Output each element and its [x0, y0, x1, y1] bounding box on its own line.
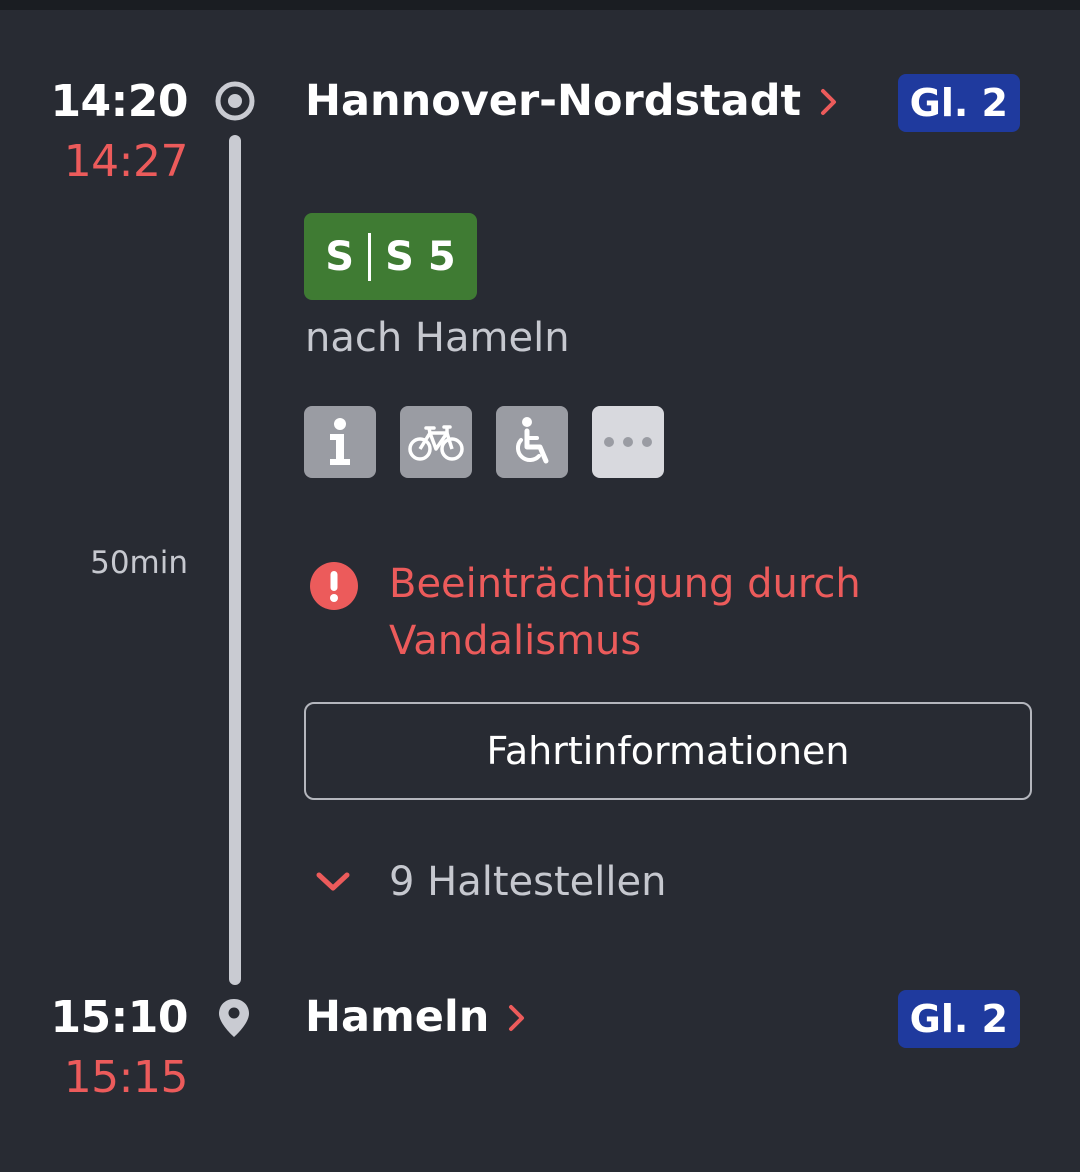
chevron-right-icon [509, 1004, 525, 1031]
info-button[interactable] [304, 406, 376, 478]
product-label: S [325, 233, 355, 280]
badge-divider [368, 232, 372, 281]
trip-information-button[interactable]: Fahrtinformationen [304, 702, 1032, 800]
location-pin-icon [219, 999, 249, 1037]
alert-icon [310, 562, 358, 610]
travel-duration: 50min [90, 545, 188, 581]
direction-text: nach Hameln [305, 315, 570, 361]
bicycle-icon [408, 425, 464, 461]
destination-planned-time: 15:10 [50, 992, 188, 1043]
bicycle-button[interactable] [400, 406, 472, 478]
wheelchair-icon [515, 417, 549, 464]
origin-platform-badge: Gl. 2 [897, 74, 1020, 132]
origin-planned-time: 14:20 [50, 76, 188, 127]
stops-count-label: 9 Haltestellen [389, 859, 667, 905]
chevron-down-icon [316, 872, 350, 891]
origin-station-name: Hannover-Nordstadt [305, 76, 802, 126]
disruption-message: Beeinträchtigung durch Vandalismus [389, 561, 861, 664]
line-badge[interactable]: S S 5 [304, 213, 477, 300]
more-button[interactable] [592, 406, 664, 478]
destination-platform-badge: Gl. 2 [897, 990, 1020, 1048]
info-icon [330, 418, 350, 465]
timeline-line [229, 135, 241, 985]
top-bar [0, 0, 1080, 10]
chevron-right-icon [821, 88, 837, 115]
destination-station-name: Hameln [305, 992, 490, 1042]
destination-actual-time: 15:15 [63, 1052, 189, 1103]
origin-station-link[interactable]: Hannover-Nordstadt [305, 80, 839, 123]
more-icon [604, 437, 652, 447]
origin-actual-time: 14:27 [63, 136, 189, 187]
wheelchair-button[interactable] [496, 406, 568, 478]
stops-toggle[interactable]: 9 Haltestellen [314, 862, 666, 902]
destination-station-link[interactable]: Hameln [305, 996, 527, 1039]
line-label: S 5 [385, 233, 456, 280]
origin-circle-icon [215, 81, 255, 121]
